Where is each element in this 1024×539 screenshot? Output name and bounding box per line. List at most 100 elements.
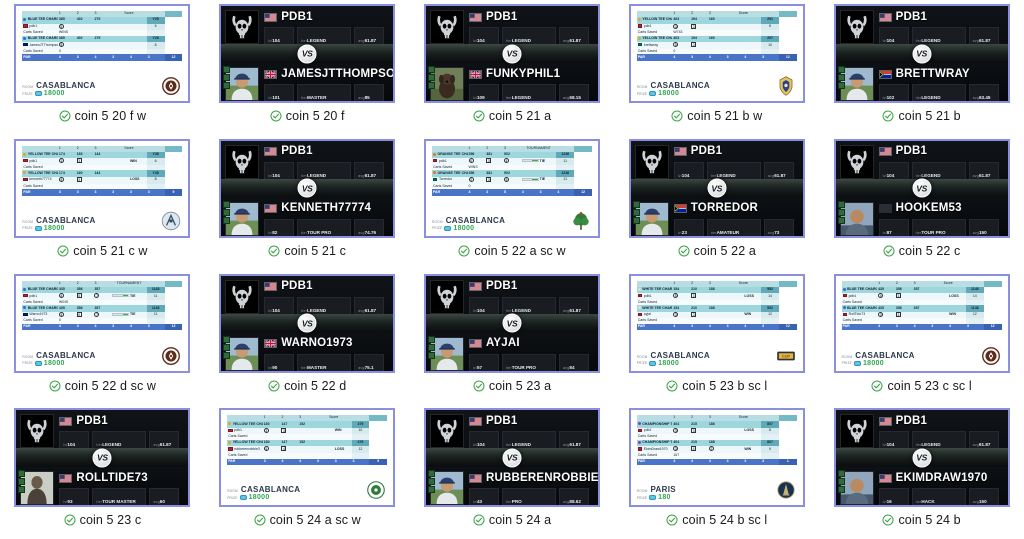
vs-thumbnail-frame[interactable]: PDB1 lvl104 tierLEGEND avg61.87 VS EKIMDRAW19…: [833, 408, 1010, 508]
item-caption[interactable]: coin 5 21 b w: [671, 109, 762, 123]
gallery-item[interactable]: 123ScoreBLUE TEE CHARGE385402275Y28pdb15…: [0, 0, 205, 135]
item-caption[interactable]: coin 5 24 a sc w: [254, 513, 361, 527]
item-caption[interactable]: coin 5 22 c: [883, 244, 961, 258]
gallery-item[interactable]: PDB1 lvl104 tierLEGEND avg61.87 VS BRETTWRAY l…: [819, 0, 1024, 135]
gallery-item[interactable]: PDB1 lvl104 tierLEGEND avg61.87 VS EKIMDRAW19…: [819, 404, 1024, 539]
vs-match-thumbnail[interactable]: PDB1 lvl104 tierLEGEND avg61.87 VS WARNO1973 l…: [221, 275, 394, 371]
item-caption[interactable]: coin 5 23 c sc l: [871, 379, 972, 393]
vs-thumbnail-frame[interactable]: PDB1 lvl104 tierLEGEND avg61.87 VS KENNETH777…: [219, 138, 396, 238]
scorecard-thumbnail[interactable]: 123ScoreBLUE TEE CHARGE385402275Y28pdb15…: [16, 6, 189, 101]
gallery-item[interactable]: PDB1 lvl104 tierLEGEND avg61.87 VS JAMESJTTHO…: [205, 0, 410, 135]
vs-thumbnail-frame[interactable]: PDB1 lvl104 tierLEGEND avg61.87 VS WARNO1973 l…: [219, 273, 396, 373]
par-cell: 3: [761, 458, 779, 466]
tee-label-text: YELLOW TEE CHARGE: [27, 170, 58, 175]
vs-thumbnail-frame[interactable]: PDB1 lvl104 tierLEGEND avg61.87 VS AYJAI lvl57…: [423, 273, 600, 373]
vs-thumbnail-frame[interactable]: PDB1 lvl104 tierLEGEND avg61.87 VS BRETTWRAY l…: [833, 4, 1010, 103]
item-caption[interactable]: coin 5 20 f w: [59, 109, 146, 123]
skull-horns-avatar-icon: [226, 11, 259, 43]
scorecard-thumbnail[interactable]: 123ScoreCHAMPIONSHIP TEE CHARGE404215188…: [630, 410, 803, 506]
gallery-item[interactable]: 123ScoreBLUE TEE CHARGE4353563571148pdb1…: [819, 270, 1024, 405]
gallery-item[interactable]: PDB1 lvl104 tierLEGEND avg61.87 VS FUNKYPHIL1…: [410, 0, 615, 135]
scorecard-thumbnail-frame[interactable]: 123ScoreYELLOW TEE CHARGE180147152479pdb…: [219, 408, 396, 508]
scorecard-thumbnail[interactable]: 123ScoreBLUE TEE CHARGE4353563571148pdb1…: [835, 275, 1008, 371]
item-caption[interactable]: coin 5 21 c: [268, 244, 346, 258]
gallery-item[interactable]: 123TOURNAMENTBLUE TEE CHARGE435356357114…: [0, 270, 205, 405]
gallery-item[interactable]: PDB1 lvl104 tierLEGEND avg61.87 VS AYJAI lvl57…: [410, 270, 615, 405]
vs-thumbnail-frame[interactable]: PDB1 lvl104 tierLEGEND avg61.87 VS ROLLTIDE73…: [14, 408, 191, 508]
item-caption[interactable]: coin 5 24 a: [473, 513, 551, 527]
vs-match-thumbnail[interactable]: PDB1 lvl104 tierLEGEND avg61.87 VS HOOKEM53 lv…: [835, 140, 1008, 236]
gallery-item[interactable]: 123ScoreWHITE TEE CHARGE154210188552pdb1…: [614, 270, 819, 405]
gallery-item[interactable]: 123ScoreYELLOW TEE CHARGE174160144Y38pdb…: [0, 135, 205, 270]
check-circle-icon: [270, 110, 282, 122]
player-cell: pdb1: [636, 427, 673, 435]
player-name: HOOKEM53: [895, 202, 962, 215]
item-caption[interactable]: coin 5 21 c w: [57, 244, 147, 258]
scorecard-thumbnail-frame[interactable]: 123ScoreYELLOW TEE CHARGE174160144Y38pdb…: [14, 138, 191, 238]
scorecard-thumbnail[interactable]: 123ScoreWHITE TEE CHARGE154210188552pdb1…: [630, 275, 803, 371]
vs-match-thumbnail[interactable]: PDB1 lvl104 tierLEGEND avg61.87 VS JAMESJTTHO…: [221, 6, 394, 101]
vs-match-thumbnail[interactable]: PDB1 lvl104 tierLEGEND avg61.87 VS ROLLTIDE73…: [16, 410, 189, 506]
tee-label: YELLOW TEE CHARGE: [636, 35, 673, 43]
item-caption[interactable]: coin 5 24 b sc l: [666, 513, 767, 527]
gallery-item[interactable]: 123ScoreYELLOW TEE CHARGE180147152479pdb…: [205, 404, 410, 539]
vs-match-thumbnail[interactable]: PDB1 lvl104 tierLEGEND avg61.87 VS FUNKYPHIL1…: [425, 6, 598, 101]
scorecard-thumbnail-frame[interactable]: 123ScoreYELLOW TEE CHARGE403194160291pdb…: [628, 4, 805, 103]
par-total: 12: [778, 323, 797, 331]
scorecard-thumbnail[interactable]: 123TOURNAMENTBLUE TEE CHARGE435356357114…: [16, 275, 189, 371]
vs-player-pane-bot: BRETTWRAY lvl102 tierLEGEND avg63.45: [835, 63, 1008, 101]
vs-thumbnail-frame[interactable]: PDB1 lvl104 tierLEGEND avg61.87 VS FUNKYPHIL1…: [423, 4, 600, 103]
vs-thumbnail-frame[interactable]: PDB1 lvl104 tierLEGEND avg61.87 VS RUBBERENRO…: [423, 408, 600, 508]
hole-score: 4: [467, 158, 486, 165]
item-caption[interactable]: coin 5 22 d sc w: [49, 379, 156, 393]
scorecard-thumbnail-frame[interactable]: 123ScoreWHITE TEE CHARGE154210188552pdb1…: [628, 273, 805, 373]
scorecard-thumbnail-frame[interactable]: 123TOURNAMENTBLUE TEE CHARGE435356357114…: [14, 273, 191, 373]
vs-match-thumbnail[interactable]: PDB1 lvl104 tierLEGEND avg61.87 VS TORREDOR lv…: [630, 140, 803, 236]
item-caption[interactable]: coin 5 23 a: [473, 379, 551, 393]
vs-thumbnail-frame[interactable]: PDB1 lvl104 tierLEGEND avg61.87 VS JAMESJTTHO…: [219, 4, 396, 103]
gallery-item[interactable]: PDB1 lvl104 tierLEGEND avg61.87 VS HOOKEM53 lv…: [819, 135, 1024, 270]
scorecard-thumbnail[interactable]: 123ScoreYELLOW TEE CHARGE180147152479pdb…: [221, 410, 394, 506]
player-name-text: pdb1: [438, 158, 447, 163]
scorecard-thumbnail[interactable]: 123TOURNAMENTORANGE TEE CHARGE3563815021…: [425, 140, 598, 236]
gallery-item[interactable]: 123TOURNAMENTORANGE TEE CHARGE3563815021…: [410, 135, 615, 270]
scorecard-thumbnail[interactable]: 123ScoreYELLOW TEE CHARGE174160144Y38pdb…: [16, 140, 189, 236]
scorecard-thumbnail-frame[interactable]: 123TOURNAMENTORANGE TEE CHARGE3563815021…: [423, 138, 600, 238]
par-label: PAR: [636, 54, 673, 61]
gallery-item[interactable]: PDB1 lvl104 tierLEGEND avg61.87 VS TORREDOR lv…: [614, 135, 819, 270]
scorecard-thumbnail[interactable]: 123ScoreYELLOW TEE CHARGE403194160291pdb…: [630, 6, 803, 101]
scorecard-thumbnail-frame[interactable]: 123ScoreCHAMPIONSHIP TEE CHARGE404215188…: [628, 408, 805, 508]
gallery-item[interactable]: 123ScoreCHAMPIONSHIP TEE CHARGE404215188…: [614, 404, 819, 539]
gallery-item[interactable]: PDB1 lvl104 tierLEGEND avg61.87 VS ROLLTIDE73…: [0, 404, 205, 539]
stat-avg-value: 150: [978, 499, 987, 505]
gallery-item[interactable]: PDB1 lvl104 tierLEGEND avg61.87 VS KENNETH777…: [205, 135, 410, 270]
vs-thumbnail-frame[interactable]: PDB1 lvl104 tierLEGEND avg61.87 VS TORREDOR lv…: [628, 138, 805, 238]
vs-match-thumbnail[interactable]: PDB1 lvl104 tierLEGEND avg61.87 VS EKIMDRAW19…: [835, 410, 1008, 506]
item-caption[interactable]: coin 5 21 a: [473, 109, 551, 123]
vs-match-thumbnail[interactable]: PDB1 lvl104 tierLEGEND avg61.87 VS RUBBERENRO…: [425, 410, 598, 506]
item-caption[interactable]: coin 5 23 b sc l: [666, 379, 767, 393]
item-caption[interactable]: coin 5 22 d: [268, 379, 346, 393]
tee-label: YELLOW TEE CHARGE: [227, 439, 263, 447]
item-caption[interactable]: coin 5 23 c: [64, 513, 142, 527]
skull-horns-avatar-icon: [226, 145, 259, 178]
player-avatar: [429, 67, 464, 101]
vs-thumbnail-frame[interactable]: PDB1 lvl104 tierLEGEND avg61.87 VS HOOKEM53 lv…: [833, 138, 1010, 238]
item-caption[interactable]: coin 5 22 a: [678, 244, 756, 258]
scorecard-thumbnail-frame[interactable]: 123ScoreBLUE TEE CHARGE4353563571148pdb1…: [833, 273, 1010, 373]
gallery-item[interactable]: 123ScoreYELLOW TEE CHARGE403194160291pdb…: [614, 0, 819, 135]
flag-us-icon: [59, 473, 73, 483]
vs-match-thumbnail[interactable]: PDB1 lvl104 tierLEGEND avg61.87 VS AYJAI lvl57…: [425, 275, 598, 371]
flag-us-icon: [264, 12, 278, 22]
flag-us-icon: [264, 147, 278, 157]
vs-match-thumbnail[interactable]: PDB1 lvl104 tierLEGEND avg61.87 VS BRETTWRAY l…: [835, 6, 1008, 101]
item-caption[interactable]: coin 5 21 b: [882, 109, 961, 123]
item-caption[interactable]: coin 5 20 f: [270, 109, 345, 123]
scorecard-thumbnail-frame[interactable]: 123ScoreBLUE TEE CHARGE385402275Y28pdb15…: [14, 4, 191, 103]
gallery-item[interactable]: PDB1 lvl104 tierLEGEND avg61.87 VS RUBBERENRO…: [410, 404, 615, 539]
check-circle-icon: [882, 514, 894, 526]
gallery-item[interactable]: PDB1 lvl104 tierLEGEND avg61.87 VS WARNO1973 l…: [205, 270, 410, 405]
item-caption[interactable]: coin 5 24 b: [882, 513, 961, 527]
vs-match-thumbnail[interactable]: PDB1 lvl104 tierLEGEND avg61.87 VS KENNETH777…: [221, 140, 394, 236]
item-caption[interactable]: coin 5 22 a sc w: [458, 244, 566, 258]
